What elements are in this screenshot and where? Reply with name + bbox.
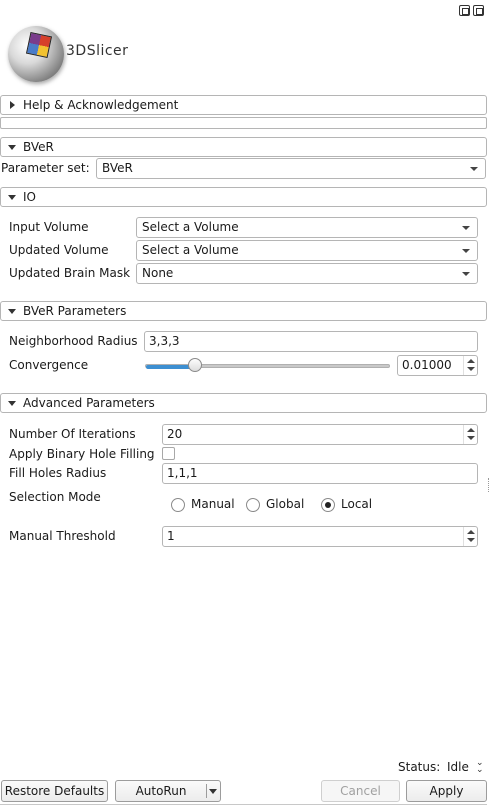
spin-up-icon[interactable]: [467, 530, 475, 534]
spin-arrows[interactable]: [463, 425, 477, 444]
autorun-label: AutoRun: [135, 784, 187, 798]
expanded-arrow-icon: [8, 195, 16, 200]
close-window-icon[interactable]: [473, 5, 484, 16]
updated-brain-mask-label: Updated Brain Mask: [9, 266, 131, 280]
spin-arrows[interactable]: [463, 356, 477, 375]
spin-down-icon[interactable]: [467, 436, 475, 440]
chevron-down-icon[interactable]: [209, 789, 217, 794]
logo-text: 3DSlicer: [66, 43, 129, 59]
iterations-value: 20: [167, 427, 183, 441]
radio-manual-label[interactable]: Manual: [191, 497, 235, 511]
updated-volume-combo[interactable]: Select a Volume: [136, 240, 478, 261]
convergence-slider-handle[interactable]: [188, 358, 202, 372]
neighborhood-radius-field[interactable]: 3,3,3: [144, 331, 478, 352]
updated-brain-mask-value: None: [142, 266, 174, 280]
io-section-title: IO: [23, 190, 36, 204]
io-section-header[interactable]: IO: [0, 187, 487, 207]
help-section-title: Help & Acknowledgement: [23, 98, 179, 112]
input-volume-label: Input Volume: [9, 220, 89, 234]
advanced-section-header[interactable]: Advanced Parameters: [0, 393, 487, 413]
neighborhood-radius-label: Neighborhood Radius: [9, 334, 138, 348]
manual-threshold-label: Manual Threshold: [9, 529, 116, 543]
spin-down-icon[interactable]: [467, 367, 475, 371]
collapsed-arrow-icon: [10, 101, 15, 109]
radio-manual[interactable]: [171, 498, 185, 512]
manual-threshold-value: 1: [167, 529, 175, 543]
fill-holes-radius-field[interactable]: 1,1,1: [162, 463, 478, 484]
chevron-down-icon: [462, 272, 470, 276]
convergence-spinbox[interactable]: 0.01000: [397, 355, 478, 376]
selection-mode-label: Selection Mode: [9, 490, 101, 504]
spin-down-icon[interactable]: [467, 538, 475, 542]
autorun-button[interactable]: AutoRun: [115, 780, 221, 802]
apply-button[interactable]: Apply: [406, 780, 487, 802]
hole-filling-label: Apply Binary Hole Filling: [9, 447, 155, 461]
fill-holes-radius-label: Fill Holes Radius: [9, 466, 107, 480]
expanded-arrow-icon: [8, 309, 16, 314]
spin-arrows[interactable]: [463, 527, 477, 546]
radio-local-label[interactable]: Local: [341, 497, 372, 511]
radio-local[interactable]: [321, 498, 335, 512]
float-window-icon[interactable]: [459, 5, 470, 16]
status-label: Status:: [398, 760, 441, 774]
spin-up-icon[interactable]: [467, 359, 475, 363]
chevron-down-icon: [462, 226, 470, 230]
params-section-title: BVeR Parameters: [23, 304, 127, 318]
input-volume-combo[interactable]: Select a Volume: [136, 217, 478, 238]
radio-global-label[interactable]: Global: [266, 497, 304, 511]
status-value: Idle: [447, 760, 469, 774]
iterations-spinbox[interactable]: 20: [162, 424, 478, 445]
resize-grip[interactable]: [488, 478, 490, 492]
help-section-spacer: [0, 117, 487, 129]
chevron-down-icon: [462, 249, 470, 253]
expanded-arrow-icon: [8, 145, 16, 150]
updated-volume-label: Updated Volume: [9, 243, 109, 257]
params-section-header[interactable]: BVeR Parameters: [0, 301, 487, 321]
module-section-header[interactable]: BVeR: [0, 137, 487, 157]
iterations-label: Number Of Iterations: [9, 427, 136, 441]
expanded-arrow-icon: [8, 401, 16, 406]
updated-volume-value: Select a Volume: [142, 243, 239, 257]
autorun-divider: [206, 784, 207, 798]
spin-up-icon[interactable]: [467, 428, 475, 432]
chevron-down-icon: [470, 167, 478, 171]
restore-defaults-button[interactable]: Restore Defaults: [1, 780, 108, 802]
cancel-button[interactable]: Cancel: [321, 780, 400, 802]
hole-filling-checkbox[interactable]: [162, 447, 175, 460]
radio-global[interactable]: [246, 498, 260, 512]
advanced-section-title: Advanced Parameters: [23, 396, 155, 410]
slicer-logo-cube-icon: [25, 31, 53, 59]
parameter-set-label: Parameter set:: [1, 161, 90, 175]
help-section-header[interactable]: Help & Acknowledgement: [0, 95, 487, 115]
input-volume-value: Select a Volume: [142, 220, 239, 234]
bottom-divider: [0, 804, 487, 809]
parameter-set-combo[interactable]: BVeR: [96, 158, 486, 179]
status-toggle-icon[interactable]: ⌄ ⌄: [476, 759, 484, 775]
module-section-title: BVeR: [23, 140, 54, 154]
convergence-label: Convergence: [9, 358, 89, 372]
updated-brain-mask-combo[interactable]: None: [136, 263, 478, 284]
parameter-set-value: BVeR: [102, 161, 133, 175]
manual-threshold-spinbox[interactable]: 1: [162, 526, 478, 547]
convergence-value: 0.01000: [402, 358, 452, 372]
